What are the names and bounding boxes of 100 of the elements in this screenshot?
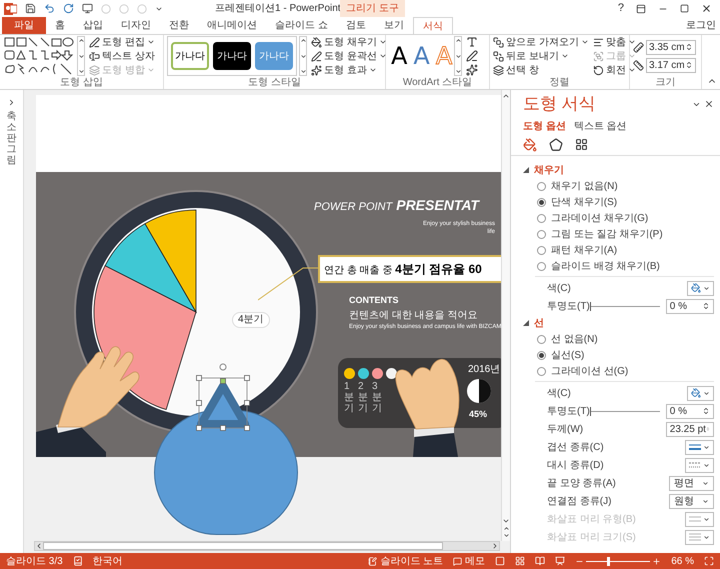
ribbon-command[interactable]: 선택 창 xyxy=(493,63,589,77)
ribbon-tab[interactable]: 파일 xyxy=(2,17,46,34)
pane-tab[interactable]: 도형 옵션 xyxy=(523,118,566,134)
gallery-scroll[interactable] xyxy=(77,36,85,76)
scroll-down-icon[interactable] xyxy=(454,52,462,60)
help-button[interactable]: ? xyxy=(618,0,624,17)
radio-button[interactable] xyxy=(537,246,546,254)
radio-button[interactable] xyxy=(537,182,546,190)
selection-frame-drawing[interactable] xyxy=(196,362,250,432)
spell-check-icon[interactable] xyxy=(72,556,83,566)
normal-view-icon[interactable] xyxy=(495,556,506,566)
radio-button[interactable] xyxy=(537,198,546,206)
radio-label[interactable]: 그라데이션 선(G) xyxy=(551,364,628,378)
reading-view-icon[interactable] xyxy=(535,556,546,566)
zoom-percentage[interactable]: 66 % xyxy=(671,554,694,568)
dropdown-select[interactable]: 원형 xyxy=(668,494,714,508)
scroll-right-icon[interactable] xyxy=(491,542,499,550)
radio-label[interactable]: 단색 채우기(S) xyxy=(551,194,618,210)
radio-button[interactable] xyxy=(537,334,546,344)
expand-caret-icon[interactable] xyxy=(523,320,529,326)
slide-show-icon[interactable] xyxy=(555,556,566,566)
radio-button[interactable] xyxy=(537,366,546,376)
fill-line-icon[interactable] xyxy=(523,138,537,152)
vertical-scrollbar[interactable] xyxy=(501,90,510,541)
ribbon-tab[interactable]: 삽입 xyxy=(74,17,112,34)
ribbon-tab[interactable]: 서식 xyxy=(412,17,453,34)
gallery-scroll[interactable] xyxy=(454,36,462,76)
more-icon[interactable] xyxy=(300,68,306,75)
redo-icon[interactable] xyxy=(63,3,74,14)
scroll-down-icon[interactable] xyxy=(502,517,510,525)
text-fill-icon[interactable] xyxy=(466,36,478,48)
ribbon-command[interactable]: 도형 효과 xyxy=(311,63,387,77)
zoom-slider-thumb[interactable] xyxy=(606,556,610,566)
radio-button[interactable] xyxy=(537,230,546,238)
ribbon-command[interactable]: 도형 윤곽선 xyxy=(311,49,387,63)
ribbon-tab[interactable]: 애니메이션 xyxy=(198,17,266,34)
presentation-icon[interactable] xyxy=(82,3,93,14)
scroll-left-icon[interactable] xyxy=(35,542,43,550)
ribbon-display-icon[interactable] xyxy=(636,4,646,14)
pane-tab[interactable]: 텍스트 옵션 xyxy=(574,118,627,134)
color-picker-button[interactable] xyxy=(686,280,714,296)
close-icon[interactable] xyxy=(701,3,712,14)
radio-label[interactable]: 채우기 없음(N) xyxy=(551,178,618,194)
radio-button[interactable] xyxy=(537,350,546,360)
radio-label[interactable]: 그림 또는 질감 채우기(P) xyxy=(551,226,663,242)
ribbon-command[interactable]: 도형 편집 xyxy=(89,35,155,49)
size-field[interactable]: 3.35 cm xyxy=(646,40,696,54)
slide-sorter-icon[interactable] xyxy=(515,556,526,566)
scroll-up-icon[interactable] xyxy=(300,37,306,44)
radio-label[interactable]: 패턴 채우기(A) xyxy=(551,242,618,258)
scroll-up-icon[interactable] xyxy=(502,92,510,100)
dash-type-button[interactable] xyxy=(684,458,714,472)
radio-button[interactable] xyxy=(537,214,546,222)
ribbon-tab[interactable]: 보기 xyxy=(374,17,413,34)
radio-button[interactable] xyxy=(537,262,546,270)
shape-style-preset[interactable]: 가나다 xyxy=(213,42,251,70)
shape-style-preset[interactable]: 가나다 xyxy=(171,42,209,70)
more-icon[interactable] xyxy=(454,68,462,75)
expand-caret-icon[interactable] xyxy=(523,167,529,173)
horizontal-scrollbar[interactable] xyxy=(34,541,500,551)
color-picker-button[interactable] xyxy=(686,386,714,400)
comments-button[interactable]: 메모 xyxy=(453,554,486,568)
ribbon-tab[interactable]: 검토 xyxy=(336,17,375,34)
previous-slide-icon[interactable] xyxy=(502,525,510,532)
scroll-up-icon[interactable] xyxy=(78,37,84,44)
ribbon-tab[interactable]: 홈 xyxy=(46,17,74,34)
more-icon[interactable] xyxy=(78,68,84,75)
zoom-in-icon[interactable] xyxy=(652,556,662,566)
undo-icon[interactable] xyxy=(44,3,55,14)
pentagon-icon[interactable] xyxy=(549,138,563,152)
notes-button[interactable]: 슬라이드 노트 xyxy=(368,554,444,568)
save-icon[interactable] xyxy=(25,3,36,14)
radio-label[interactable]: 그라데이션 채우기(G) xyxy=(551,210,648,226)
dropdown-select[interactable]: 평면 xyxy=(668,476,714,490)
radio-label[interactable]: 선 없음(N) xyxy=(551,332,598,346)
fit-to-window-icon[interactable] xyxy=(704,556,714,566)
ribbon-tab[interactable]: 디자인 xyxy=(112,17,160,34)
thumbnails-label[interactable]: 축소판 그림 xyxy=(6,111,16,166)
expand-icon[interactable] xyxy=(7,98,16,107)
maximize-icon[interactable] xyxy=(680,4,689,13)
next-slide-icon[interactable] xyxy=(502,532,510,539)
gallery-scroll[interactable] xyxy=(299,36,307,76)
compound-type-button[interactable] xyxy=(684,440,714,454)
size-properties-icon[interactable] xyxy=(575,138,588,151)
ribbon-tab[interactable]: 슬라이드 쇼 xyxy=(266,17,337,34)
sign-in-link[interactable]: 로그인 xyxy=(686,18,720,33)
text-outline-icon[interactable] xyxy=(466,50,478,62)
close-icon[interactable] xyxy=(704,99,714,109)
ribbon-command[interactable]: 회전 xyxy=(592,63,636,77)
text-effects-icon[interactable] xyxy=(466,64,478,76)
number-field[interactable]: 0 % xyxy=(666,404,714,418)
size-field[interactable]: 3.17 cm xyxy=(646,58,696,72)
scroll-down-icon[interactable] xyxy=(78,52,84,60)
language-label[interactable]: 한국어 xyxy=(92,554,123,568)
ribbon-command[interactable]: 맞춤 xyxy=(592,35,636,49)
radio-label[interactable]: 슬라이드 배경 채우기(B) xyxy=(551,258,660,274)
shape-gallery-drawing[interactable] xyxy=(3,36,75,76)
ribbon-command[interactable]: 텍스트 상자 xyxy=(89,49,155,63)
ribbon-command[interactable]: 뒤로 보내기 xyxy=(493,49,589,63)
wordart-style-sample[interactable]: A xyxy=(391,44,408,68)
